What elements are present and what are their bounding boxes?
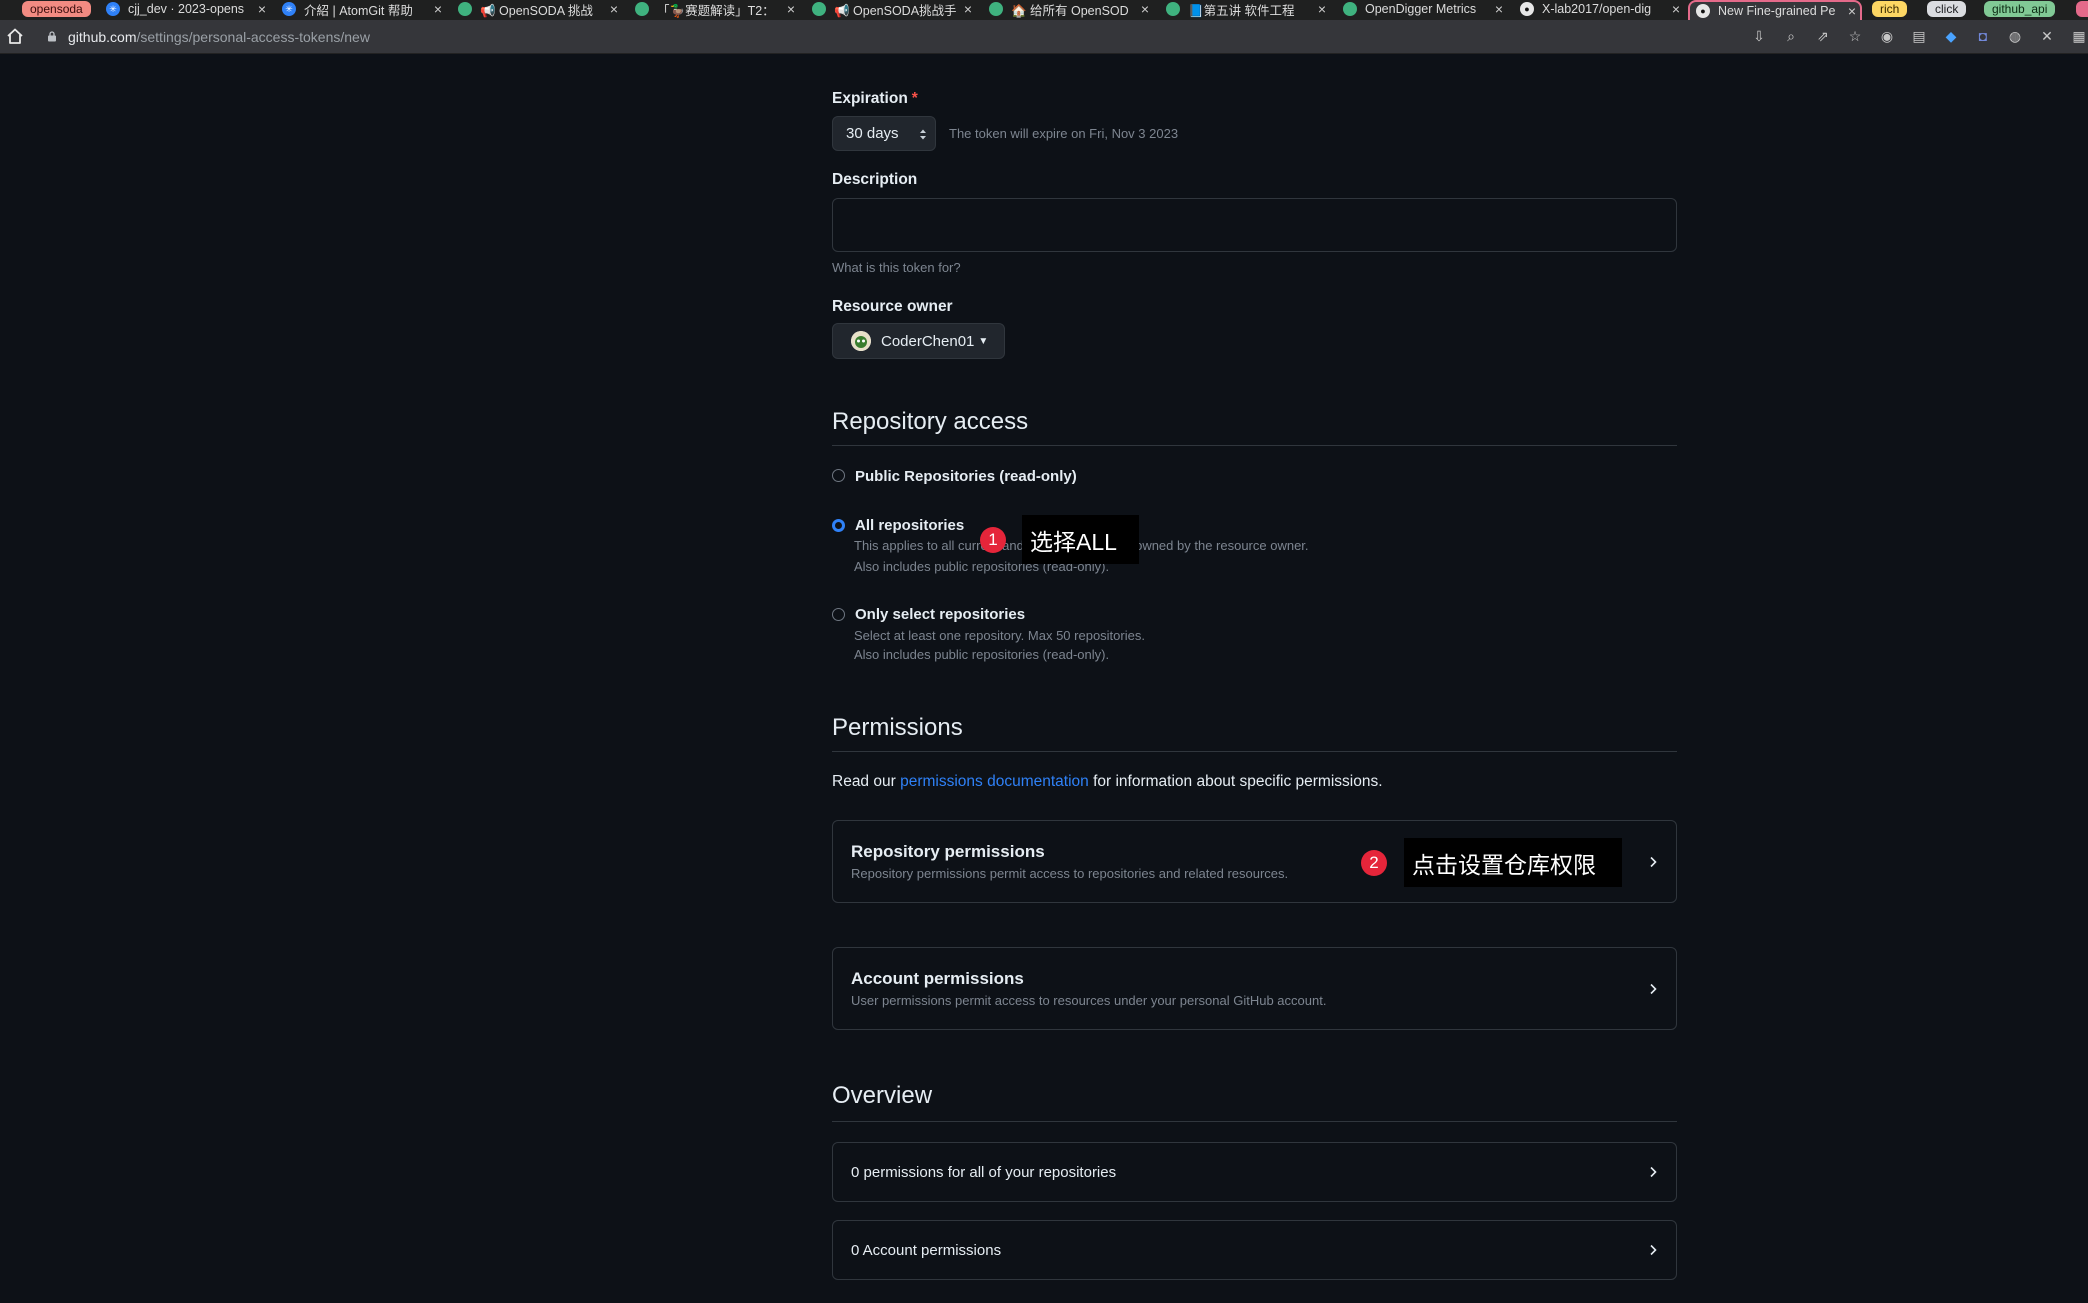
- description-hint: What is this token for?: [832, 260, 961, 275]
- radio-label-select[interactable]: Only select repositories: [855, 606, 1025, 623]
- account-permissions-title: Account permissions: [851, 969, 1024, 988]
- browser-tab[interactable]: ✳ 介紹 | AtomGit 帮助 ×: [276, 0, 446, 18]
- tab-group-collapsed[interactable]: [2076, 1, 2088, 17]
- chevron-right-icon: [1650, 1166, 1657, 1178]
- opensoda-icon: [635, 2, 649, 16]
- chevron-right-icon: [1650, 983, 1657, 995]
- repository-access-heading: Repository access: [832, 408, 1029, 435]
- resource-owner-label: Resource owner: [832, 298, 953, 315]
- tab-group-opensoda[interactable]: opensoda: [22, 1, 91, 17]
- opensoda-icon: [812, 2, 826, 16]
- resource-owner-select[interactable]: CoderChen01 ▼: [832, 323, 1005, 359]
- expiration-select[interactable]: 30 days: [832, 116, 936, 151]
- divider: [832, 445, 1677, 446]
- browser-tab[interactable]: 📢 OpenSODA 挑战 ×: [452, 0, 622, 18]
- extension-qr-icon[interactable]: ▦: [2070, 27, 2088, 45]
- permissions-intro: Read our permissions documentation for i…: [832, 773, 1383, 790]
- close-tab-icon[interactable]: ×: [1668, 1, 1684, 17]
- share-icon[interactable]: ⇗: [1814, 27, 1832, 45]
- opensoda-icon: [989, 2, 1003, 16]
- install-app-icon[interactable]: ⇩: [1750, 27, 1768, 45]
- browser-tab-strip: opensoda ✳ cjj_dev · 2023-opens × ✳ 介紹 |…: [0, 0, 2088, 20]
- address-bar: github.com/settings/personal-access-toke…: [0, 20, 2088, 54]
- home-icon[interactable]: [6, 27, 24, 45]
- github-icon: ●: [1696, 4, 1710, 18]
- github-icon: ●: [1520, 2, 1534, 16]
- browser-tab[interactable]: 📘第五讲 软件工程 ×: [1160, 0, 1330, 18]
- bookmark-star-icon[interactable]: ☆: [1846, 27, 1864, 45]
- extension-diamond-icon[interactable]: ◆: [1942, 27, 1960, 45]
- tab-group-rich[interactable]: rich: [1872, 1, 1908, 17]
- radio-desc-select-2: Also includes public repositories (read-…: [854, 647, 1110, 662]
- browser-tab[interactable]: 📢 OpenSODA挑战手 ×: [806, 0, 976, 18]
- radio-desc-select-1: Select at least one repository. Max 50 r…: [854, 628, 1145, 643]
- browser-tab[interactable]: ✳ cjj_dev · 2023-opens ×: [100, 0, 270, 18]
- tab-group-github-api[interactable]: github_api: [1984, 1, 2056, 17]
- browser-tab[interactable]: 「🦆赛题解读」T2： ×: [629, 0, 799, 18]
- atomgit-icon: ✳: [282, 2, 296, 16]
- browser-tab-active[interactable]: ● New Fine-grained Pe ×: [1688, 0, 1862, 20]
- close-tab-icon[interactable]: ×: [1491, 1, 1507, 17]
- radio-public-repositories[interactable]: [832, 469, 845, 482]
- opensoda-icon: [1166, 2, 1180, 16]
- annotation-label-1: 选择ALL: [1022, 515, 1139, 564]
- expiration-note: The token will expire on Fri, Nov 3 2023: [949, 126, 1179, 141]
- opensoda-icon: [458, 2, 472, 16]
- radio-select-repositories[interactable]: [832, 608, 845, 621]
- account-permissions-desc: User permissions permit access to resour…: [851, 993, 1327, 1008]
- annotation-badge-2: 2: [1361, 850, 1387, 876]
- close-tab-icon[interactable]: ×: [1314, 1, 1330, 17]
- extension-ghost-icon[interactable]: ◍: [2006, 27, 2024, 45]
- zoom-icon[interactable]: ⌕: [1782, 27, 1800, 45]
- browser-tab[interactable]: 🏠 给所有 OpenSOD ×: [983, 0, 1153, 18]
- chevron-right-icon: [1650, 856, 1657, 868]
- extension-discord-icon[interactable]: ◘: [1974, 27, 1992, 45]
- close-tab-icon[interactable]: ×: [1844, 3, 1860, 19]
- close-tab-icon[interactable]: ×: [254, 1, 270, 17]
- extension-x-icon[interactable]: ✕: [2038, 27, 2056, 45]
- radio-label-public[interactable]: Public Repositories (read-only): [855, 468, 1077, 485]
- overview-heading: Overview: [832, 1082, 933, 1109]
- caret-down-icon: ▼: [978, 335, 989, 347]
- description-textarea[interactable]: [832, 198, 1677, 252]
- avatar: [851, 331, 871, 351]
- atomgit-icon: ✳: [106, 2, 120, 16]
- repository-permissions-title: Repository permissions: [851, 842, 1045, 861]
- radio-label-all[interactable]: All repositories: [855, 517, 964, 534]
- opensoda-icon: [1343, 2, 1357, 16]
- radio-all-repositories[interactable]: [832, 519, 845, 532]
- close-tab-icon[interactable]: ×: [606, 1, 622, 17]
- description-label: Description: [832, 171, 918, 188]
- close-tab-icon[interactable]: ×: [430, 1, 446, 17]
- close-tab-icon[interactable]: ×: [1137, 1, 1153, 17]
- tab-group-click[interactable]: click: [1927, 1, 1967, 17]
- chevron-right-icon: [1650, 1244, 1657, 1256]
- browser-tab[interactable]: ● X-lab2017/open-dig ×: [1514, 0, 1684, 18]
- expiration-label: Expiration *: [832, 90, 918, 107]
- permissions-documentation-link[interactable]: permissions documentation: [900, 773, 1089, 790]
- overview-row-account[interactable]: 0 Account permissions: [832, 1220, 1677, 1280]
- browser-tab[interactable]: OpenDigger Metrics ×: [1337, 0, 1507, 18]
- extension-doc-icon[interactable]: ▤: [1910, 27, 1928, 45]
- lock-icon[interactable]: [47, 31, 57, 42]
- permissions-heading: Permissions: [832, 714, 963, 741]
- divider: [832, 1121, 1677, 1122]
- close-tab-icon[interactable]: ×: [960, 1, 976, 17]
- extension-globe-icon[interactable]: ◉: [1878, 27, 1896, 45]
- url-field[interactable]: github.com/settings/personal-access-toke…: [68, 29, 370, 45]
- select-arrows-icon: [920, 129, 926, 140]
- toolbar-icons: ⇩ ⌕ ⇗ ☆ ◉ ▤ ◆ ◘ ◍ ✕ ▦: [1750, 27, 2088, 47]
- divider: [832, 751, 1677, 752]
- overview-row-repositories[interactable]: 0 permissions for all of your repositori…: [832, 1142, 1677, 1202]
- annotation-label-2: 点击设置仓库权限: [1404, 838, 1622, 887]
- account-permissions-card[interactable]: Account permissions User permissions per…: [832, 947, 1677, 1030]
- repository-permissions-desc: Repository permissions permit access to …: [851, 866, 1289, 881]
- annotation-badge-1: 1: [980, 527, 1006, 553]
- close-tab-icon[interactable]: ×: [783, 1, 799, 17]
